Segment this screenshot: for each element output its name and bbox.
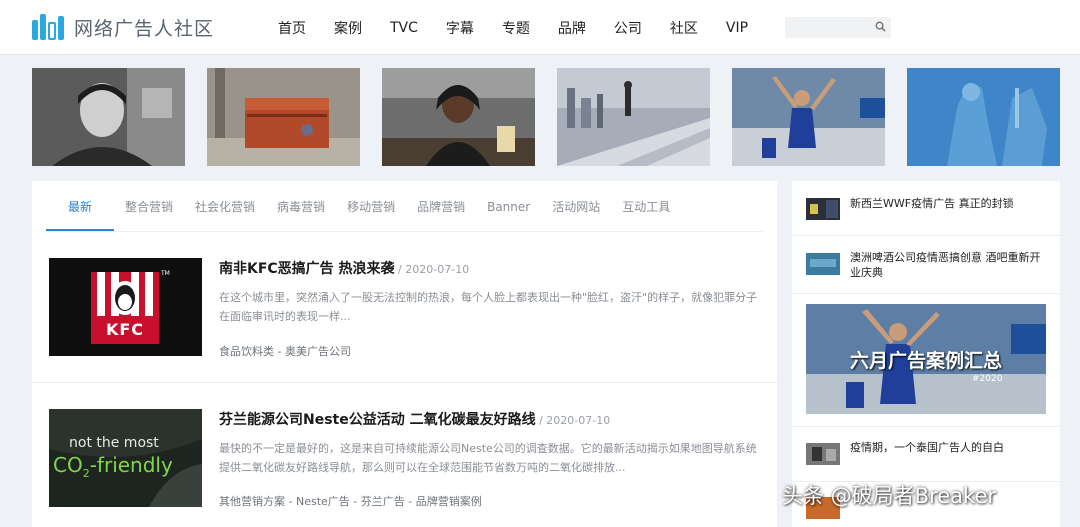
main-nav: 首页 案例 TVC 字幕 专题 品牌 公司 社区 VIP bbox=[264, 0, 762, 55]
top-header: 网络广告人社区 首页 案例 TVC 字幕 专题 品牌 公司 社区 VIP bbox=[0, 0, 1080, 55]
sidebar-item-title[interactable]: 新西兰WWF疫情广告 真正的封锁 bbox=[850, 196, 1050, 211]
nav-companies[interactable]: 公司 bbox=[600, 18, 656, 38]
banner-thumb-rooftop[interactable] bbox=[557, 68, 710, 166]
search-box bbox=[785, 17, 891, 40]
banner-thumb-football[interactable] bbox=[732, 68, 885, 166]
banner-thumb-woman[interactable] bbox=[382, 68, 535, 166]
article-item[interactable]: not the most CO2-friendly 芬兰能源公司Neste公益活… bbox=[49, 409, 763, 527]
tab-event-site[interactable]: 活动网站 bbox=[541, 181, 611, 231]
tab-integrated[interactable]: 整合营销 bbox=[114, 181, 184, 231]
sidebar-feature-image[interactable]: 六月广告案例汇总 #2020 bbox=[806, 304, 1046, 414]
sidebar-thumb[interactable] bbox=[806, 253, 840, 275]
tab-social[interactable]: 社会化营销 bbox=[184, 181, 266, 231]
banner-thumb-chest[interactable] bbox=[207, 68, 360, 166]
sidebar-item[interactable]: 澳洲啤酒公司疫情恶搞创意 酒吧重新开业庆典 bbox=[792, 236, 1060, 294]
featured-banner-row bbox=[32, 68, 1060, 166]
article-tags[interactable]: 食品饮料类 - 奥美广告公司 bbox=[219, 343, 351, 359]
article-summary: 最快的不一定是最好的，这是来自可持续能源公司Neste公司的调查数据。它的最新活… bbox=[219, 442, 757, 474]
article-divider bbox=[32, 382, 777, 383]
neste-thumb-line2: CO2-friendly bbox=[53, 453, 173, 480]
tab-brand[interactable]: 品牌营销 bbox=[406, 181, 476, 231]
tab-underline bbox=[46, 231, 763, 232]
nav-brands[interactable]: 品牌 bbox=[544, 18, 600, 38]
nav-vip[interactable]: VIP bbox=[712, 20, 762, 36]
sidebar-thumb[interactable] bbox=[806, 443, 840, 465]
nav-tvc[interactable]: TVC bbox=[376, 20, 432, 36]
article-title-text[interactable]: 芬兰能源公司Neste公益活动 二氧化碳最友好路线 bbox=[219, 412, 536, 428]
search-input[interactable] bbox=[785, 18, 869, 40]
nav-subtitles[interactable]: 字幕 bbox=[432, 18, 488, 38]
nav-topics[interactable]: 专题 bbox=[488, 18, 544, 38]
article-thumb-neste[interactable]: not the most CO2-friendly bbox=[49, 409, 202, 507]
article-item[interactable]: KFC TM 南非KFC恶搞广告 热浪来袭 / 2020-07-10 在这个城市… bbox=[49, 258, 763, 378]
feature-subtitle: #2020 bbox=[972, 374, 1003, 384]
sidebar: 新西兰WWF疫情广告 真正的封锁 澳洲啤酒公司疫情恶搞创意 酒吧重新开业庆典 六… bbox=[792, 181, 1060, 527]
article-panel: 最新 整合营销 社会化营销 病毒营销 移动营销 品牌营销 Banner 活动网站… bbox=[32, 181, 777, 527]
article-summary: 在这个城市里，突然涌入了一股无法控制的热浪，每个人脸上都表现出一种"脸红，盗汗"… bbox=[219, 291, 758, 323]
search-icon[interactable] bbox=[875, 21, 886, 32]
sidebar-thumb[interactable] bbox=[806, 198, 840, 220]
nav-community[interactable]: 社区 bbox=[656, 18, 712, 38]
tab-viral[interactable]: 病毒营销 bbox=[266, 181, 336, 231]
watermark-text: 头条 @破局者Breaker bbox=[782, 484, 997, 508]
kfc-logo-text: KFC bbox=[105, 320, 145, 339]
sidebar-item[interactable]: 疫情期，一个泰国广告人的自白 bbox=[792, 427, 1060, 481]
sidebar-item-title[interactable]: 疫情期，一个泰国广告人的自白 bbox=[850, 440, 1050, 455]
nav-home[interactable]: 首页 bbox=[264, 18, 320, 38]
article-title[interactable]: 南非KFC恶搞广告 热浪来袭 / 2020-07-10 bbox=[219, 258, 469, 278]
article-date: / 2020-07-10 bbox=[535, 414, 611, 427]
feature-title: 六月广告案例汇总 bbox=[850, 350, 1003, 372]
tab-mobile[interactable]: 移动营销 bbox=[336, 181, 406, 231]
article-date: / 2020-07-10 bbox=[394, 263, 470, 276]
sidebar-item-title[interactable]: 澳洲啤酒公司疫情恶搞创意 酒吧重新开业庆典 bbox=[850, 250, 1050, 280]
banner-thumb-godzilla[interactable] bbox=[907, 68, 1060, 166]
tab-latest[interactable]: 最新 bbox=[46, 181, 115, 231]
logo-text: 网络广告人社区 bbox=[74, 17, 215, 40]
category-tabs: 最新 整合营销 社会化营销 病毒营销 移动营销 品牌营销 Banner 活动网站… bbox=[46, 181, 681, 231]
nav-cases[interactable]: 案例 bbox=[320, 18, 376, 38]
tab-banner[interactable]: Banner bbox=[476, 181, 541, 231]
site-logo[interactable]: 网络广告人社区 bbox=[32, 12, 214, 42]
article-title[interactable]: 芬兰能源公司Neste公益活动 二氧化碳最友好路线 / 2020-07-10 bbox=[219, 409, 610, 429]
article-thumb-kfc[interactable]: KFC TM bbox=[49, 258, 202, 356]
sidebar-divider bbox=[792, 293, 1060, 294]
sidebar-item[interactable]: 新西兰WWF疫情广告 真正的封锁 bbox=[792, 181, 1060, 235]
banner-thumb-portrait[interactable] bbox=[32, 68, 185, 166]
kfc-tm-mark: TM bbox=[161, 270, 170, 277]
article-title-text[interactable]: 南非KFC恶搞广告 热浪来袭 bbox=[219, 261, 395, 277]
logo-mark-icon bbox=[32, 14, 68, 40]
article-tags[interactable]: 其他营销方案 - Neste广告 - 芬兰广告 - 品牌营销案例 bbox=[219, 493, 482, 509]
tab-interactive[interactable]: 互动工具 bbox=[611, 181, 681, 231]
neste-thumb-line1: not the most bbox=[69, 435, 159, 451]
